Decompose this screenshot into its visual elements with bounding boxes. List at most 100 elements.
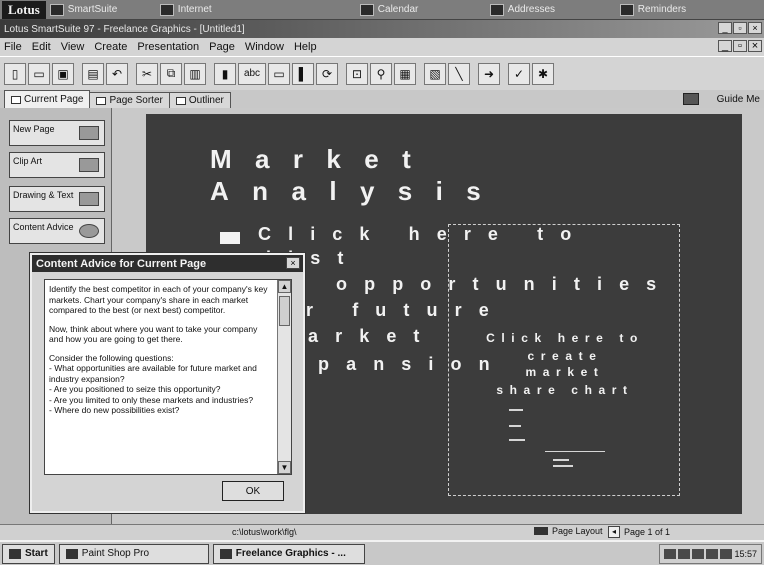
chart-placeholder-text: share chart: [496, 383, 634, 397]
advice-paragraph: Consider the following questions:: [49, 352, 174, 363]
status-bar: c:\lotus\work\flg\ Page Layout ◂ Page 1 …: [0, 524, 764, 540]
mini-chart-mark: [545, 451, 605, 452]
chart-icon[interactable]: ▮: [214, 62, 236, 85]
freelance-icon: [219, 548, 232, 559]
clip-art-button[interactable]: Clip Art: [9, 152, 105, 178]
magnify-icon[interactable]: ⚲: [370, 62, 392, 85]
menu-file[interactable]: File: [4, 41, 22, 53]
cut-icon[interactable]: ✂: [136, 62, 158, 85]
tab-page-sorter[interactable]: Page Sorter: [89, 92, 170, 108]
print-icon[interactable]: ▤: [82, 62, 104, 85]
minimize-button[interactable]: _: [718, 22, 732, 34]
restore-button[interactable]: ▫: [733, 22, 747, 34]
chart-placeholder-text: market: [525, 365, 605, 379]
chart-placeholder-text: create: [527, 349, 603, 363]
tab-current-page[interactable]: Current Page: [4, 90, 91, 108]
mini-chart-mark: [553, 459, 569, 461]
bullet-text-line[interactable]: arket: [308, 326, 437, 347]
clock: 15:57: [734, 549, 757, 559]
tray-icon[interactable]: [664, 549, 677, 559]
view-tabs: Current Page Page Sorter Outliner Guide …: [0, 90, 764, 108]
new-page-button[interactable]: New Page: [9, 120, 105, 146]
content-advice-button[interactable]: Content Advice: [9, 218, 105, 244]
copy-icon[interactable]: ⧉: [160, 62, 182, 85]
window-controls: _ ▫ ×: [718, 22, 762, 34]
document-window-controls: _ ▫ ×: [718, 40, 762, 52]
system-tray: 15:57: [659, 544, 762, 564]
content-advice-icon: [79, 224, 99, 238]
mini-chart-mark: [509, 425, 521, 427]
chart-placeholder[interactable]: Click here to create market share chart: [448, 224, 680, 496]
text-abc-icon[interactable]: abc: [238, 62, 266, 85]
tab-outliner[interactable]: Outliner: [168, 92, 231, 108]
tray-icon[interactable]: [706, 549, 719, 559]
suite-addresses-drawer[interactable]: Addresses: [486, 2, 616, 18]
zoom-icon[interactable]: ⊡: [346, 62, 368, 85]
start-button[interactable]: Start: [2, 543, 55, 564]
globe-icon: [159, 3, 174, 16]
dialog-scrollbar[interactable]: ▲ ▼: [277, 280, 291, 474]
advice-paragraph: - Are you limited to only these markets …: [49, 394, 254, 405]
star-icon[interactable]: ✱: [532, 62, 554, 85]
menu-edit[interactable]: Edit: [32, 41, 51, 53]
slide-title-line-2[interactable]: Analysis: [210, 176, 504, 207]
scroll-down-icon[interactable]: ▼: [278, 461, 291, 474]
scroll-up-icon[interactable]: ▲: [278, 280, 291, 293]
current-page-icon: [11, 95, 21, 104]
open-icon[interactable]: ▭: [28, 62, 50, 85]
paste-icon[interactable]: ▥: [184, 62, 206, 85]
tray-icon[interactable]: [692, 549, 705, 559]
menu-presentation[interactable]: Presentation: [137, 41, 199, 53]
suite-calendar-drawer[interactable]: Calendar: [356, 2, 486, 18]
page-layout-icon: [534, 527, 548, 535]
taskbar-item-freelance[interactable]: Freelance Graphics - ...: [212, 543, 365, 564]
doc-close-button[interactable]: ×: [748, 40, 762, 52]
undo-icon[interactable]: ↶: [106, 62, 128, 85]
drawing-text-button[interactable]: Drawing & Text: [9, 186, 105, 212]
windows-logo-icon: [9, 548, 21, 559]
advice-paragraph: - Where do new possibilities exist?: [49, 405, 180, 415]
smartsuite-bar: Lotus SmartSuite Internet Calendar Addre…: [0, 0, 764, 20]
shape-icon[interactable]: ▭: [268, 62, 290, 85]
menu-create[interactable]: Create: [94, 41, 127, 53]
menu-page[interactable]: Page: [209, 41, 235, 53]
smarticons-toolbar: ▯ ▭ ▣ ▤ ↶ ✂ ⧉ ▥ ▮ abc ▭ ▌ ⟳ ⊡ ⚲ ▦ ▧ ╲ ➜ …: [0, 56, 764, 90]
lotus-logo: Lotus: [2, 0, 46, 19]
layout-icon[interactable]: ▧: [424, 62, 446, 85]
page-layout-button[interactable]: Page Layout: [534, 526, 603, 536]
doc-minimize-button[interactable]: _: [718, 40, 732, 52]
menu-bar: File Edit View Create Presentation Page …: [0, 38, 764, 56]
advice-paragraph: - What opportunities are available for f…: [49, 363, 257, 384]
suite-internet-drawer[interactable]: Internet: [156, 2, 356, 18]
scroll-thumb[interactable]: [279, 296, 290, 326]
spell-icon[interactable]: ✓: [508, 62, 530, 85]
group-icon[interactable]: ⟳: [316, 62, 338, 85]
arrow-icon[interactable]: ➜: [478, 62, 500, 85]
suite-reminders-drawer[interactable]: Reminders: [616, 2, 716, 18]
tray-icon[interactable]: [678, 549, 691, 559]
mini-chart-mark: [509, 439, 525, 441]
save-icon[interactable]: ▣: [52, 62, 74, 85]
doc-restore-button[interactable]: ▫: [733, 40, 747, 52]
color-icon[interactable]: ▌: [292, 62, 314, 85]
menu-help[interactable]: Help: [294, 41, 317, 53]
page-navigator[interactable]: ◂ Page 1 of 1: [608, 526, 670, 538]
taskbar-item-paint-shop-pro[interactable]: Paint Shop Pro: [58, 543, 209, 564]
dialog-title: Content Advice for Current Page: [32, 255, 303, 272]
close-button[interactable]: ×: [748, 22, 762, 34]
new-icon[interactable]: ▯: [4, 62, 26, 85]
slide-title-line-1[interactable]: Market: [210, 144, 434, 175]
suite-smartsuite-drawer[interactable]: SmartSuite: [46, 2, 156, 18]
menu-window[interactable]: Window: [245, 41, 284, 53]
guide-me-icon: [682, 93, 699, 105]
menu-view[interactable]: View: [61, 41, 85, 53]
tray-icon[interactable]: [720, 549, 733, 559]
line-icon[interactable]: ╲: [448, 62, 470, 85]
align-icon[interactable]: ▦: [394, 62, 416, 85]
bullet-square-icon: [220, 232, 240, 244]
guide-me-button[interactable]: Guide Me: [682, 90, 764, 108]
dialog-close-button[interactable]: ×: [286, 257, 300, 269]
page-prev-icon[interactable]: ◂: [608, 526, 620, 538]
ok-button[interactable]: OK: [222, 481, 284, 501]
dialog-advice-textbox[interactable]: Identify the best competitor in each of …: [44, 279, 292, 475]
